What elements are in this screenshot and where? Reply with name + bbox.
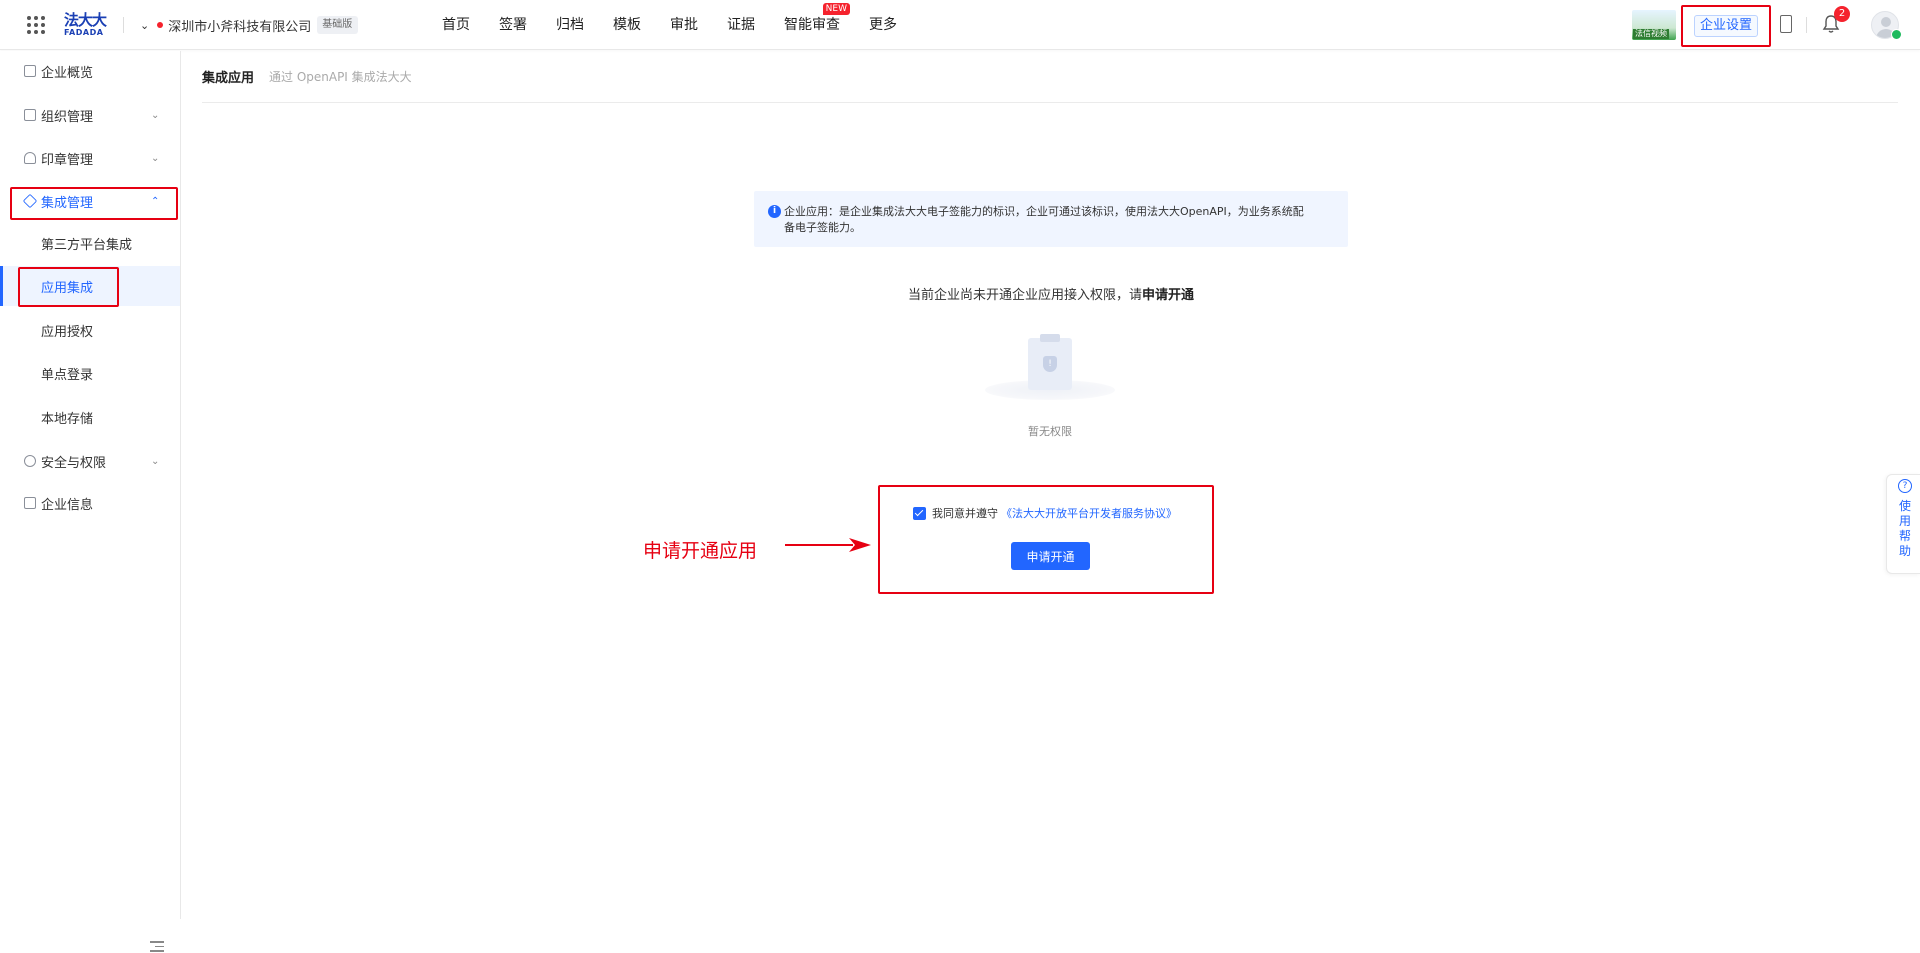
annotation-arrow-icon	[785, 538, 871, 552]
nav-label: 更多	[869, 17, 897, 33]
help-tab[interactable]: ? 使用帮助	[1886, 474, 1920, 574]
sidebar-item-security[interactable]: 安全与权限 ⌄	[0, 441, 180, 481]
nav-smart-review[interactable]: 智能审查 NEW	[784, 0, 850, 50]
company-name: 深圳市小斧科技有限公司	[168, 19, 312, 35]
sidebar: 企业概览 组织管理 ⌄ 印章管理 ⌄ 集成管理 ⌃ 第三方平台集成 应用集成 应…	[0, 51, 181, 952]
collapse-sidebar-icon[interactable]	[150, 941, 164, 953]
help-question-icon: ?	[1898, 479, 1912, 493]
dashboard-icon	[24, 65, 36, 77]
seal-icon	[24, 152, 36, 164]
company-switcher[interactable]: ⌄ 深圳市小斧科技有限公司 基础版	[140, 15, 359, 35]
nav-more[interactable]: 更多	[869, 0, 897, 50]
highlight-apply-area	[878, 485, 1214, 594]
promo-thumbnail[interactable]: 法信视频	[1632, 10, 1676, 40]
nav-label: 证据	[727, 17, 755, 33]
organization-icon	[24, 109, 36, 121]
sidebar-item-label: 印章管理	[41, 152, 94, 168]
thumbnail-caption: 法信视频	[1633, 29, 1669, 39]
help-label: 使用帮助	[1898, 499, 1911, 558]
chevron-down-icon: ⌄	[151, 109, 160, 121]
shield-icon	[24, 455, 36, 467]
highlight-integration-menu	[10, 187, 178, 220]
sidebar-item-label: 企业信息	[41, 497, 94, 513]
chevron-down-icon: ⌄	[151, 152, 160, 164]
top-header: 法大大 FADADA ⌄ 深圳市小斧科技有限公司 基础版 首页 签署 归档 模板…	[0, 0, 1920, 50]
header-separator	[1806, 17, 1807, 33]
notice-emphasis: 申请开通	[1142, 288, 1195, 303]
verified-check-icon	[1891, 29, 1902, 40]
new-tag: NEW	[822, 3, 850, 15]
page-title: 集成应用	[202, 71, 255, 86]
logo-text-en: FADADA	[64, 28, 104, 37]
notice-text: 当前企业尚未开通企业应用接入权限，请	[907, 288, 1142, 303]
nav-label: 首页	[442, 17, 470, 33]
sidebar-item-overview[interactable]: 企业概览	[0, 51, 180, 91]
sidebar-subitem-label: 应用授权	[41, 324, 94, 340]
highlight-app-integration	[18, 267, 119, 307]
page-subtitle: 通过 OpenAPI 集成法大大	[269, 70, 412, 84]
annotation-label: 申请开通应用	[643, 540, 758, 562]
info-icon: i	[768, 205, 781, 218]
sidebar-subitem-label: 单点登录	[41, 367, 94, 383]
lock-shield-icon: !	[1043, 356, 1057, 372]
title-divider	[202, 102, 1898, 103]
sidebar-subitem-label: 本地存储	[41, 411, 94, 427]
sidebar-item-label: 安全与权限	[41, 455, 107, 471]
info-text: 企业应用：是企业集成法大大电子签能力的标识，企业可通过该标识，使用法大大Open…	[784, 204, 1339, 236]
sidebar-item-label: 企业概览	[41, 65, 94, 81]
mobile-icon[interactable]	[1780, 15, 1792, 33]
status-dot	[157, 22, 164, 28]
top-nav: 首页 签署 归档 模板 审批 证据 智能审查 NEW 更多	[442, 0, 926, 50]
highlight-enterprise-settings	[1681, 5, 1771, 47]
nav-sign[interactable]: 签署	[499, 0, 527, 50]
sidebar-subitem-local-storage[interactable]: 本地存储	[0, 397, 180, 437]
fadada-logo[interactable]: 法大大 FADADA	[64, 12, 110, 40]
notification-badge: 2	[1834, 6, 1850, 22]
sidebar-subitem-label: 第三方平台集成	[41, 237, 133, 253]
nav-home[interactable]: 首页	[442, 0, 470, 50]
nav-approval[interactable]: 审批	[670, 0, 698, 50]
sidebar-subitem-third-party[interactable]: 第三方平台集成	[0, 223, 180, 263]
nav-label: 归档	[556, 17, 584, 33]
document-icon	[24, 497, 36, 509]
empty-state-text: 暂无权限	[1028, 425, 1072, 438]
header-divider	[123, 17, 124, 33]
apps-grid-icon[interactable]	[27, 16, 45, 34]
nav-label: 签署	[499, 17, 527, 33]
sidebar-item-seal[interactable]: 印章管理 ⌄	[0, 138, 180, 178]
chevron-down-icon: ⌄	[140, 18, 150, 32]
nav-label: 模板	[613, 17, 641, 33]
sidebar-subitem-sso[interactable]: 单点登录	[0, 353, 180, 393]
sidebar-item-organization[interactable]: 组织管理 ⌄	[0, 95, 180, 135]
nav-template[interactable]: 模板	[613, 0, 641, 50]
sidebar-subitem-app-authorization[interactable]: 应用授权	[0, 310, 180, 350]
sidebar-item-enterprise-info[interactable]: 企业信息	[0, 483, 180, 523]
info-box: i 企业应用：是企业集成法大大电子签能力的标识，企业可通过该标识，使用法大大Op…	[754, 191, 1348, 247]
chevron-down-icon: ⌄	[151, 455, 160, 467]
logo-text-cn: 法大大	[64, 11, 107, 29]
info-line: 企业应用：是企业集成法大大电子签能力的标识，企业可通过该标识，使用法大大Open…	[784, 205, 1304, 218]
nav-label: 审批	[670, 17, 698, 33]
edition-badge: 基础版	[317, 16, 359, 34]
no-permission-illustration: !	[985, 332, 1115, 402]
nav-evidence[interactable]: 证据	[727, 0, 755, 50]
nav-label: 智能审查	[784, 17, 840, 33]
nav-archive[interactable]: 归档	[556, 0, 584, 50]
permission-notice: 当前企业尚未开通企业应用接入权限，请申请开通	[754, 284, 1348, 303]
sidebar-item-label: 组织管理	[41, 109, 94, 125]
info-line: 备电子签能力。	[784, 221, 861, 234]
